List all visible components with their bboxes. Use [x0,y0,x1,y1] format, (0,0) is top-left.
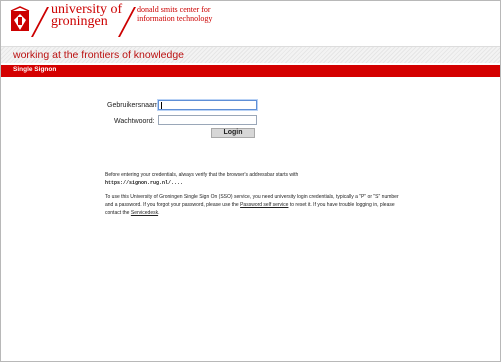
verify-text: Before entering your credentials, always… [105,172,299,178]
password-input[interactable] [158,115,257,125]
tagline-text: working at the frontiers of knowledge [13,49,185,61]
verify-notice: Before entering your credentials, always… [105,171,405,187]
tagline-bar: working at the frontiers of knowledge [1,46,500,63]
username-label: Gebruikersnaam: [107,102,161,109]
university-line2: groningen [51,14,108,29]
site-header: university of groningen donald smits cen… [1,1,500,42]
center-line2: information technology [137,14,213,23]
university-logo-text[interactable]: university of groningen [51,3,122,29]
password-label: Wachtwoord: [114,118,155,125]
login-button[interactable]: Login [211,128,255,138]
text-caret [161,102,162,109]
university-crest-icon [10,6,30,31]
center-line1: donald smits center for [137,5,211,14]
sso-info: To use this University of Groningen Sing… [105,193,405,217]
center-logo-text[interactable]: donald smits center for information tech… [137,5,212,23]
sso-info-end: . [158,210,160,216]
username-input[interactable] [158,100,257,110]
password-self-service-link[interactable]: Password self service [240,202,288,208]
servicedesk-link[interactable]: Servicedesk [131,210,158,216]
divider-slash [31,7,49,37]
section-title: Single Signon [13,66,57,73]
section-title-bar: Single Signon [1,65,500,77]
page-frame: university of groningen donald smits cen… [0,0,501,362]
signon-url: https://signon.rug.nl/.... [105,180,184,186]
